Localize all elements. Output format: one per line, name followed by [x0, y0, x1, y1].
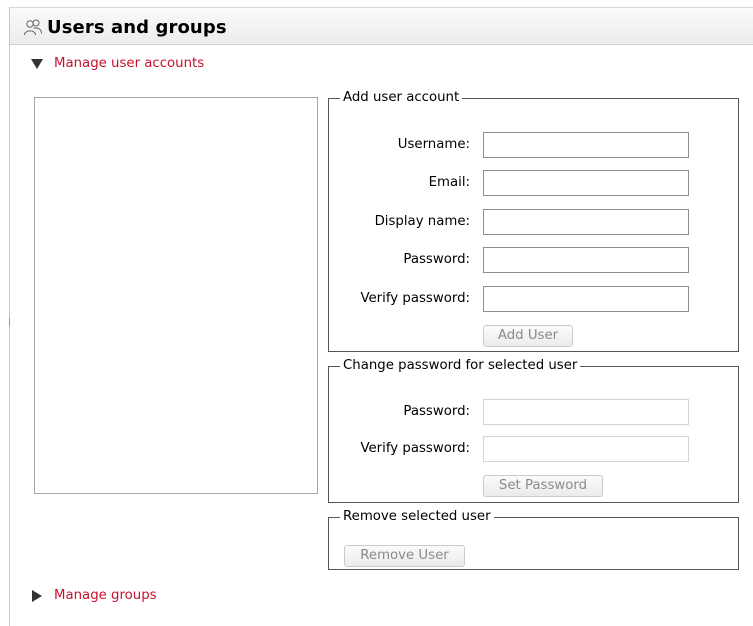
username-label: Username: — [397, 137, 470, 152]
manage-user-accounts-link[interactable]: Manage user accounts — [54, 56, 204, 71]
remove-user-button[interactable]: Remove User — [344, 545, 465, 567]
display-name-row: Display name: — [329, 209, 738, 235]
panel-header: Users and groups — [10, 7, 753, 45]
triangle-right-icon — [32, 589, 42, 602]
triangle-down-icon — [31, 58, 43, 69]
page-title: Users and groups — [47, 17, 227, 38]
manage-user-accounts-toggle[interactable]: Manage user accounts — [30, 56, 204, 71]
user-list[interactable] — [34, 97, 318, 494]
change-verify-password-label: Verify password: — [360, 441, 470, 456]
add-user-legend: Add user account — [343, 90, 460, 105]
change-verify-password-row: Verify password: — [329, 436, 738, 462]
change-password-fieldset: Change password for selected user Passwo… — [328, 359, 739, 503]
add-user-button[interactable]: Add User — [483, 325, 573, 347]
password-label: Password: — [403, 252, 470, 267]
remove-user-fieldset: Remove selected user Remove User — [328, 510, 739, 570]
password-row: Password: — [329, 247, 738, 273]
display-name-label: Display name: — [374, 214, 470, 229]
email-row: Email: — [329, 170, 738, 196]
display-name-input[interactable] — [483, 209, 689, 235]
panel-resize-handle[interactable] — [9, 318, 10, 326]
verify-password-label: Verify password: — [360, 291, 470, 306]
email-label: Email: — [428, 175, 470, 190]
manage-groups-link[interactable]: Manage groups — [54, 588, 157, 603]
remove-user-legend: Remove selected user — [343, 509, 491, 524]
username-row: Username: — [329, 132, 738, 158]
email-input[interactable] — [483, 170, 689, 196]
manage-groups-toggle[interactable]: Manage groups — [30, 588, 157, 603]
password-input[interactable] — [483, 247, 689, 273]
change-password-legend: Change password for selected user — [343, 358, 578, 373]
add-user-fieldset: Add user account Username: Email: Displa… — [328, 91, 739, 352]
username-input[interactable] — [483, 132, 689, 158]
set-password-button[interactable]: Set Password — [483, 475, 603, 497]
change-password-input[interactable] — [483, 399, 689, 425]
verify-password-input[interactable] — [483, 286, 689, 312]
change-verify-password-input[interactable] — [483, 436, 689, 462]
users-icon — [24, 19, 42, 36]
change-password-row: Password: — [329, 399, 738, 425]
change-password-label: Password: — [403, 404, 470, 419]
verify-password-row: Verify password: — [329, 286, 738, 312]
